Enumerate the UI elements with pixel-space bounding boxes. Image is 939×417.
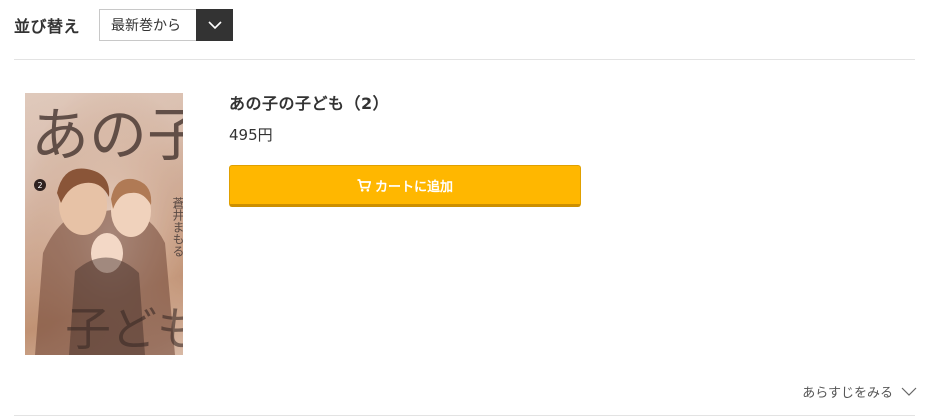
svg-text:子ども: 子ども [65, 302, 183, 355]
sort-selected-value[interactable]: 最新巻から [100, 10, 196, 40]
book-cover[interactable]: あの子の子ども 2 子ども 蒼井まもる [25, 93, 183, 355]
sort-select[interactable]: 最新巻から [99, 9, 234, 41]
sort-label: 並び替え [14, 17, 81, 36]
add-to-cart-button[interactable]: カートに追加 [229, 165, 581, 207]
cover-volume: 2 [37, 181, 42, 190]
synopsis-toggle[interactable]: あらすじをみる [802, 382, 917, 401]
cover-author: 蒼井まもる [171, 197, 183, 257]
chevron-down-icon [207, 20, 222, 29]
divider [14, 59, 915, 60]
cover-artwork: あの子の子ども 2 子ども [25, 93, 183, 355]
cover-title-top: あの子の子ども [31, 101, 183, 169]
sort-dropdown-button[interactable] [196, 9, 234, 41]
product-price: 495円 [229, 126, 273, 144]
cart-icon [357, 178, 371, 192]
add-to-cart-label: カートに追加 [374, 179, 453, 195]
product-title[interactable]: あの子の子ども（2） [229, 90, 389, 114]
synopsis-label: あらすじをみる [802, 386, 893, 401]
chevron-down-icon [901, 387, 917, 396]
divider [14, 415, 915, 416]
sort-bar: 並び替え 最新巻から [14, 8, 234, 42]
